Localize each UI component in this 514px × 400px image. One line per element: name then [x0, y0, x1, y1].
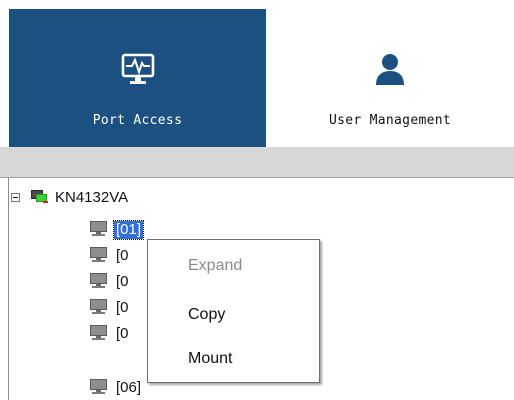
computer-icon: [89, 272, 114, 293]
computer-icon: [89, 246, 114, 267]
menu-item-copy[interactable]: Copy: [188, 306, 225, 324]
port-label: [0: [116, 273, 129, 290]
kvm-switch-icon: [30, 187, 55, 208]
port-label: [01]: [112, 220, 145, 240]
user-icon: [266, 52, 514, 92]
toolbar-separator: [0, 147, 514, 178]
menu-item-mount[interactable]: Mount: [188, 350, 232, 368]
tree-port-row[interactable]: [0: [89, 271, 131, 293]
context-menu: Expand Copy Mount: [147, 239, 320, 383]
port-label: [0: [116, 325, 129, 342]
tree-port-row[interactable]: [06]: [89, 377, 143, 399]
computer-icon: [89, 324, 114, 345]
port-label: [0: [116, 299, 129, 316]
computer-icon: [89, 378, 114, 399]
tree-port-row[interactable]: [0: [89, 297, 131, 319]
tree-port-row[interactable]: [0: [89, 245, 131, 267]
tree-root-row[interactable]: KN4132VA: [11, 186, 128, 208]
port-label: [06]: [116, 379, 142, 396]
tree-port-row[interactable]: [01]: [89, 219, 145, 241]
port-label: [0: [116, 247, 129, 264]
monitor-pulse-icon: [9, 52, 266, 92]
menu-item-expand[interactable]: Expand: [188, 257, 242, 275]
top-navigation: Port Access User Management: [0, 0, 514, 147]
tab-user-management[interactable]: User Management: [266, 9, 514, 147]
tree-panel-border: [8, 178, 9, 400]
collapse-icon[interactable]: [11, 192, 20, 202]
tab-port-access[interactable]: Port Access: [9, 9, 266, 147]
tab-user-management-label: User Management: [329, 113, 451, 128]
computer-icon: [89, 298, 114, 319]
tree-port-row[interactable]: [0: [89, 323, 131, 345]
tree-root-label: KN4132VA: [55, 188, 129, 206]
tab-port-access-label: Port Access: [92, 113, 183, 128]
computer-icon: [89, 220, 114, 241]
